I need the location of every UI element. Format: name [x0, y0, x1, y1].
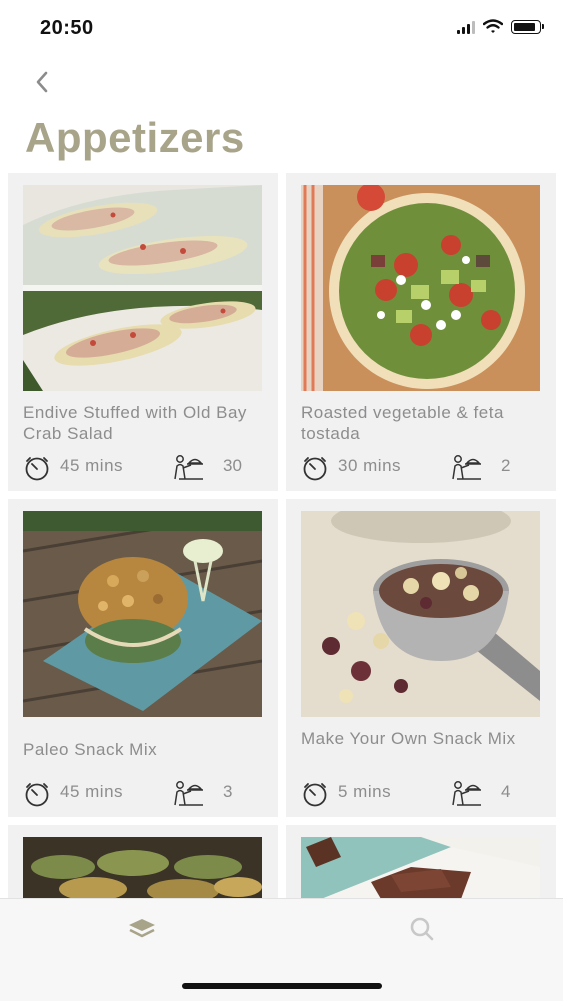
recipe-meta: 45 mins 30 — [23, 455, 263, 481]
tab-search[interactable] — [402, 913, 442, 945]
recipe-meta: 5 mins 4 — [301, 781, 541, 807]
recipe-grid[interactable]: Endive Stuffed with Old Bay Crab Salad 4… — [8, 173, 556, 899]
recipe-meta: 30 mins 2 — [301, 455, 541, 481]
home-indicator — [182, 983, 382, 989]
recipe-time: 5 mins — [338, 782, 392, 801]
search-icon — [410, 917, 434, 941]
layers-icon — [129, 919, 155, 938]
stopwatch-icon — [25, 457, 49, 481]
tab-recipes[interactable] — [122, 913, 162, 945]
cellular-signal-icon — [457, 20, 475, 34]
recipe-card-partial[interactable] — [8, 825, 278, 899]
recipe-card-snack-mix[interactable]: Make Your Own Snack Mix 5 mins 4 — [286, 499, 556, 817]
recipe-name: Roasted vegetable & feta tostada — [301, 403, 504, 443]
recipe-serves: 4 — [501, 782, 511, 801]
battery-icon — [511, 19, 544, 34]
waiter-serving-icon — [174, 455, 203, 480]
recipe-name: Paleo Snack Mix — [23, 740, 158, 759]
recipe-photo — [301, 837, 540, 899]
recipe-photo — [23, 511, 262, 717]
waiter-serving-icon — [174, 781, 203, 806]
back-button[interactable] — [28, 66, 60, 98]
page-title: Appetizers — [25, 114, 245, 161]
recipe-card-partial[interactable] — [286, 825, 556, 899]
recipe-card-paleo-snack-mix[interactable]: Paleo Snack Mix 45 mins 3 — [8, 499, 278, 817]
recipe-serves: 30 — [223, 456, 242, 475]
recipe-serves: 3 — [223, 782, 233, 801]
recipe-serves: 2 — [501, 456, 511, 475]
status-icons — [457, 19, 544, 34]
chevron-left-icon — [36, 71, 48, 93]
status-bar: 20:50 — [0, 0, 563, 56]
recipe-time: 45 mins — [60, 456, 124, 475]
wifi-icon — [483, 19, 503, 33]
recipe-card-tostada[interactable]: Roasted vegetable & feta tostada 30 mins… — [286, 173, 556, 491]
waiter-serving-icon — [452, 455, 481, 480]
recipe-photo — [23, 837, 262, 899]
status-time: 20:50 — [40, 17, 94, 39]
stopwatch-icon — [25, 783, 49, 807]
recipe-time: 30 mins — [338, 456, 402, 475]
recipe-photo — [23, 185, 262, 391]
recipe-name: Make Your Own Snack Mix — [301, 729, 516, 748]
recipe-time: 45 mins — [60, 782, 124, 801]
stopwatch-icon — [303, 783, 327, 807]
recipe-card-endive[interactable]: Endive Stuffed with Old Bay Crab Salad 4… — [8, 173, 278, 491]
waiter-serving-icon — [452, 781, 481, 806]
stopwatch-icon — [303, 457, 327, 481]
recipe-photo — [301, 185, 540, 391]
recipe-photo — [301, 511, 540, 717]
recipe-name: Endive Stuffed with Old Bay Crab Salad — [23, 403, 247, 443]
recipe-meta: 45 mins 3 — [23, 781, 263, 807]
